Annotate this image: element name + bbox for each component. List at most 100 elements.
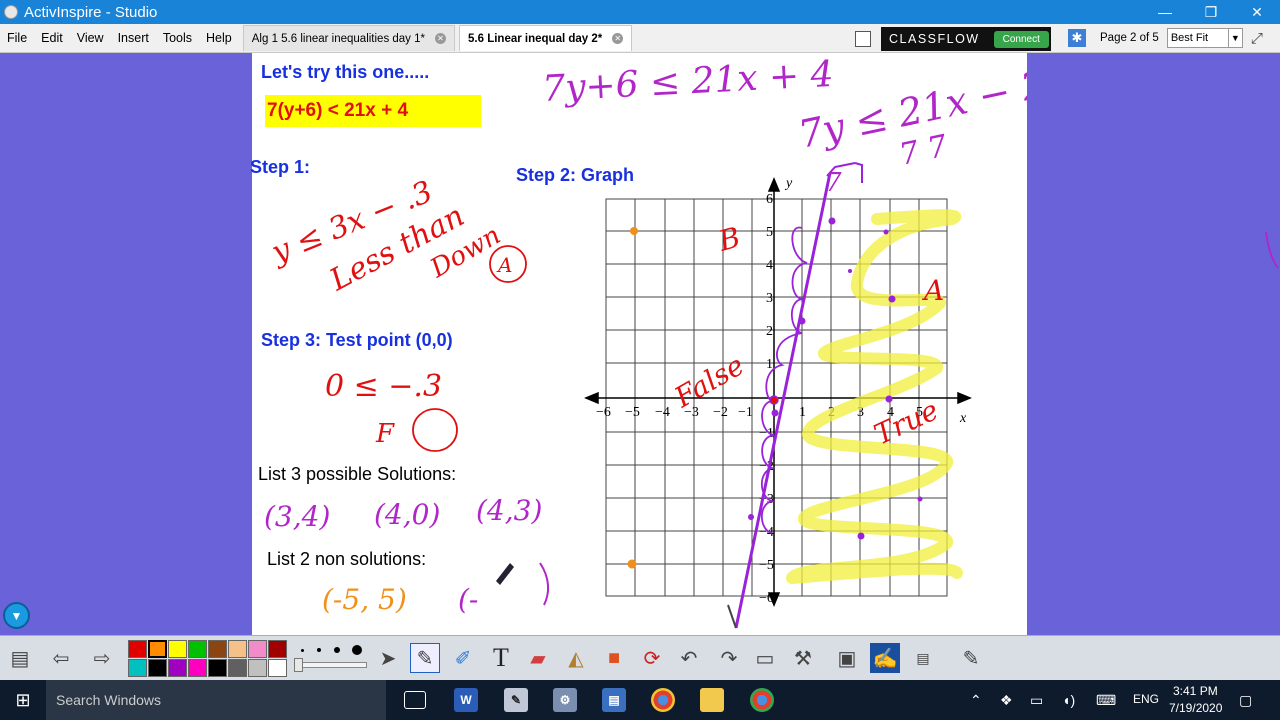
word-app-icon[interactable]: W: [454, 688, 478, 712]
desktop-annotate-icon[interactable]: ▭: [750, 643, 780, 673]
color-swatch[interactable]: [148, 659, 167, 677]
color-swatch[interactable]: [208, 659, 227, 677]
work-line-1: 7y+6 ≤ 21x + 4: [541, 54, 834, 110]
y-axis-label: y: [784, 176, 793, 191]
pen-width-4[interactable]: [352, 645, 362, 655]
menu-tools[interactable]: Tools: [156, 31, 199, 45]
windows-taskbar: ⊞ Search Windows W ✎ ⚙ ▤ ⌃ ❖ ▭ ◖) ⌨ ENG …: [0, 680, 1280, 720]
settings-snowflake-icon[interactable]: ✱: [1068, 29, 1086, 47]
handwritten-work: 7y+6 ≤ 21x + 4 7y ≤ 21x − 2 7 7 7: [541, 54, 1027, 198]
desktop-tools-icon[interactable]: ▣: [832, 643, 862, 673]
y-tick-label: 5: [766, 225, 773, 240]
menu-help[interactable]: Help: [199, 31, 239, 45]
reset-page-icon[interactable]: ⟳: [637, 643, 667, 673]
color-swatch[interactable]: [148, 640, 167, 658]
previous-page-icon[interactable]: ⇦: [46, 643, 76, 673]
tab-close-icon[interactable]: ✕: [612, 33, 624, 44]
tools-icon[interactable]: ⚒: [788, 643, 818, 673]
color-swatch[interactable]: [188, 640, 207, 658]
task-view-icon[interactable]: [404, 691, 426, 709]
color-swatch[interactable]: [248, 640, 267, 658]
menu-edit[interactable]: Edit: [34, 31, 70, 45]
circle-mark-f: [412, 408, 458, 452]
start-button-windows-icon[interactable]: ⊞: [0, 680, 46, 720]
action-center-icon[interactable]: ▢: [1239, 692, 1252, 709]
file-explorer-blue-icon[interactable]: ▤: [602, 688, 626, 712]
notes-icon[interactable]: ▤: [908, 643, 938, 673]
highlighter-icon[interactable]: ✐: [448, 643, 478, 673]
window-title: ActivInspire - Studio: [24, 3, 158, 21]
select-arrow-icon[interactable]: ➤: [373, 643, 403, 673]
color-swatch[interactable]: [168, 659, 187, 677]
battery-icon[interactable]: ▭: [1030, 692, 1043, 709]
zoom-value: Best Fit: [1170, 32, 1209, 44]
user-edit-icon[interactable]: ✎: [956, 643, 986, 673]
classflow-label: CLASSFLOW: [889, 32, 980, 46]
menu-view[interactable]: View: [70, 31, 111, 45]
app-taskbar-icon[interactable]: ⚙: [553, 688, 577, 712]
color-swatch[interactable]: [208, 640, 227, 658]
color-swatch[interactable]: [268, 640, 287, 658]
text-tool-icon[interactable]: T: [486, 643, 516, 673]
undo-icon[interactable]: ↶: [674, 643, 704, 673]
fullscreen-icon[interactable]: ⤢: [1251, 30, 1263, 47]
y-tick-label: 6: [766, 192, 773, 207]
next-page-icon[interactable]: ⇨: [87, 643, 117, 673]
volume-icon[interactable]: ◖): [1062, 692, 1075, 708]
chrome-icon-2[interactable]: [750, 688, 774, 712]
dropbox-icon[interactable]: ❖: [1000, 692, 1013, 709]
graph-and-annotations: −6 −5 −4 −3 −2 −1 1 2 3 4 5 x 6 5 4 3 2 …: [264, 54, 1027, 629]
shapes-icon[interactable]: ■: [599, 643, 629, 673]
y-tick-label: −6: [759, 591, 774, 606]
pen-icon[interactable]: ✎: [410, 643, 440, 673]
tab-flipchart-day2[interactable]: 5.6 Linear inequal day 2* ✕: [459, 25, 633, 51]
toolbox-collapse-button[interactable]: ▼: [3, 602, 30, 629]
color-swatch[interactable]: [128, 659, 147, 677]
menu-insert[interactable]: Insert: [111, 31, 156, 45]
redo-icon[interactable]: ↷: [714, 643, 744, 673]
color-swatch[interactable]: [168, 640, 187, 658]
solutions-handwriting: (3,4) (4,0) (4,3): [264, 494, 542, 533]
pen-width-3[interactable]: [334, 647, 340, 653]
page-notes-icon[interactable]: [855, 31, 871, 47]
pen-width-slider[interactable]: [294, 658, 367, 672]
pen-width-2[interactable]: [317, 648, 321, 652]
clock-date[interactable]: 7/19/2020: [1169, 701, 1222, 715]
show-hidden-icons[interactable]: ⌃: [970, 692, 982, 709]
color-swatch[interactable]: [268, 659, 287, 677]
close-button[interactable]: ✕: [1234, 0, 1280, 24]
solution-1: (3,4): [264, 500, 330, 533]
eraser-icon[interactable]: ▰: [523, 643, 553, 673]
menu-file[interactable]: File: [0, 31, 34, 45]
graph-label-a: A: [921, 274, 944, 307]
folder-icon[interactable]: [700, 688, 724, 712]
color-swatch[interactable]: [248, 659, 267, 677]
y-tick-label: −5: [759, 558, 774, 573]
main-toolbox: ▤ ⇦ ⇨ ➤ ✎ ✐ T ▰ ◭ ■ ⟳ ↶ ↷ ▭ ⚒ ▣ ✍ ▤ ✎: [0, 635, 1280, 680]
main-menu-icon[interactable]: ▤: [5, 643, 35, 673]
color-swatch[interactable]: [228, 640, 247, 658]
tab-label: 5.6 Linear inequal day 2*: [468, 32, 603, 45]
classflow-connect-button[interactable]: Connect: [993, 30, 1049, 48]
taskbar-search-input[interactable]: Search Windows: [46, 680, 386, 720]
fill-tool-icon[interactable]: ◭: [561, 643, 591, 673]
clock-time[interactable]: 3:41 PM: [1173, 684, 1218, 698]
minimize-button[interactable]: —: [1142, 0, 1188, 24]
tab-close-icon[interactable]: ✕: [435, 33, 447, 44]
solution-2: (4,0): [374, 498, 440, 531]
tab-flipchart-day1[interactable]: Alg 1 5.6 linear inequalities day 1* ✕: [242, 25, 456, 51]
window-controls: — ❐ ✕: [1142, 0, 1280, 24]
activinspire-taskbar-icon[interactable]: ✎: [504, 688, 528, 712]
maximize-button[interactable]: ❐: [1188, 0, 1234, 24]
language-indicator[interactable]: ENG: [1133, 692, 1159, 706]
pen-width-1[interactable]: [301, 649, 304, 652]
chrome-icon[interactable]: [651, 688, 675, 712]
zoom-select[interactable]: Best Fit ▼: [1166, 28, 1243, 48]
keyboard-icon[interactable]: ⌨: [1096, 692, 1116, 709]
color-swatch[interactable]: [188, 659, 207, 677]
slider-knob[interactable]: [294, 658, 303, 672]
flipchart-page[interactable]: Let's try this one..... 7(y+6) < 21x + 4…: [250, 53, 1027, 635]
color-swatch[interactable]: [228, 659, 247, 677]
color-swatch[interactable]: [128, 640, 147, 658]
signature-icon[interactable]: ✍: [870, 643, 900, 673]
